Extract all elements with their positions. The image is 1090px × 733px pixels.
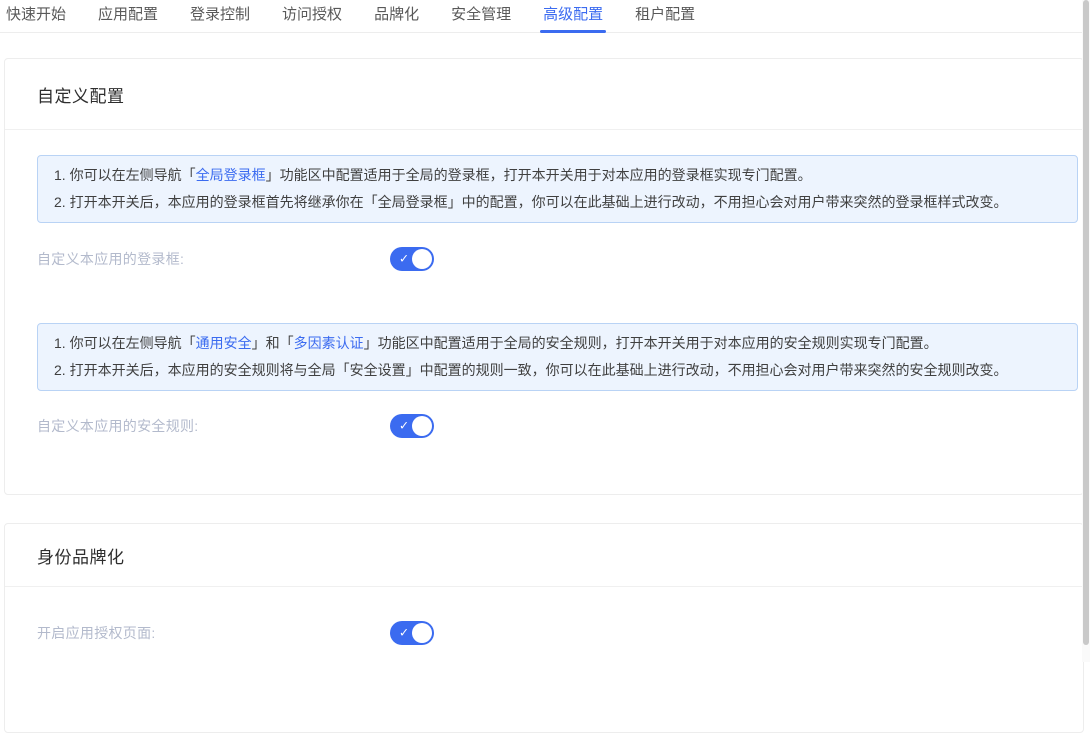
info-text: 1. 你可以在左侧导航「	[54, 335, 196, 351]
login-box-info-box: 1. 你可以在左侧导航「全局登录框」功能区中配置适用于全局的登录框，打开本开关用…	[37, 155, 1078, 223]
check-icon: ✓	[399, 627, 409, 639]
tab-bar: 快速开始 应用配置 登录控制 访问授权 品牌化 安全管理 高级配置 租户配置	[0, 0, 1082, 33]
tab-tenant-config[interactable]: 租户配置	[634, 0, 696, 32]
identity-branding-header: 身份品牌化	[5, 524, 1083, 587]
custom-config-card: 自定义配置 1. 你可以在左侧导航「全局登录框」功能区中配置适用于全局的登录框，…	[4, 58, 1084, 495]
tab-login-control[interactable]: 登录控制	[189, 0, 251, 32]
auth-page-toggle[interactable]: ✓	[390, 621, 434, 645]
tab-access-auth[interactable]: 访问授权	[281, 0, 343, 32]
general-security-link[interactable]: 通用安全	[196, 335, 252, 351]
login-box-info-line-2: 2. 打开本开关后，本应用的登录框首先将继承你在「全局登录框」中的配置，你可以在…	[54, 189, 1061, 216]
security-rules-toggle-label: 自定义本应用的安全规则:	[37, 416, 390, 436]
security-rules-info-box: 1. 你可以在左侧导航「通用安全」和「多因素认证」功能区中配置适用于全局的安全规…	[37, 323, 1078, 391]
check-icon: ✓	[399, 420, 409, 432]
tab-app-config[interactable]: 应用配置	[97, 0, 159, 32]
login-box-info-line-1: 1. 你可以在左侧导航「全局登录框」功能区中配置适用于全局的登录框，打开本开关用…	[54, 162, 1061, 189]
toggle-knob	[412, 416, 432, 436]
vertical-scrollbar-track	[1082, 0, 1090, 662]
custom-config-header: 自定义配置	[5, 59, 1083, 130]
security-rules-setting-row: 自定义本应用的安全规则: ✓	[37, 414, 1078, 438]
tab-advanced-config[interactable]: 高级配置	[542, 0, 604, 32]
login-box-setting-row: 自定义本应用的登录框: ✓	[37, 247, 1078, 271]
security-rules-toggle[interactable]: ✓	[390, 414, 434, 438]
login-box-toggle-label: 自定义本应用的登录框:	[37, 249, 390, 269]
info-text: 」功能区中配置适用于全局的安全规则，打开本开关用于对本应用的安全规则实现专门配置…	[364, 335, 938, 351]
global-login-box-link[interactable]: 全局登录框	[196, 167, 266, 183]
mfa-link[interactable]: 多因素认证	[294, 335, 364, 351]
vertical-scrollbar-thumb[interactable]	[1083, 0, 1089, 645]
toggle-knob	[412, 249, 432, 269]
auth-page-toggle-label: 开启应用授权页面:	[37, 623, 390, 643]
security-rules-info-line-1: 1. 你可以在左侧导航「通用安全」和「多因素认证」功能区中配置适用于全局的安全规…	[54, 330, 1061, 357]
tab-branding[interactable]: 品牌化	[373, 0, 420, 32]
tab-security-mgmt[interactable]: 安全管理	[450, 0, 512, 32]
info-text: 」和「	[252, 335, 294, 351]
info-text: 」功能区中配置适用于全局的登录框，打开本开关用于对本应用的登录框实现专门配置。	[266, 167, 812, 183]
identity-branding-title: 身份品牌化	[37, 543, 125, 568]
custom-config-title: 自定义配置	[37, 82, 125, 107]
identity-branding-card: 身份品牌化 开启应用授权页面: ✓	[4, 523, 1084, 733]
security-rules-info-line-2: 2. 打开本开关后，本应用的安全规则将与全局「安全设置」中配置的规则一致，你可以…	[54, 357, 1061, 384]
tab-quick-start[interactable]: 快速开始	[5, 0, 67, 32]
auth-page-setting-row: 开启应用授权页面: ✓	[37, 621, 1083, 645]
login-box-toggle[interactable]: ✓	[390, 247, 434, 271]
info-text: 1. 你可以在左侧导航「	[54, 167, 196, 183]
toggle-knob	[412, 623, 432, 643]
check-icon: ✓	[399, 253, 409, 265]
